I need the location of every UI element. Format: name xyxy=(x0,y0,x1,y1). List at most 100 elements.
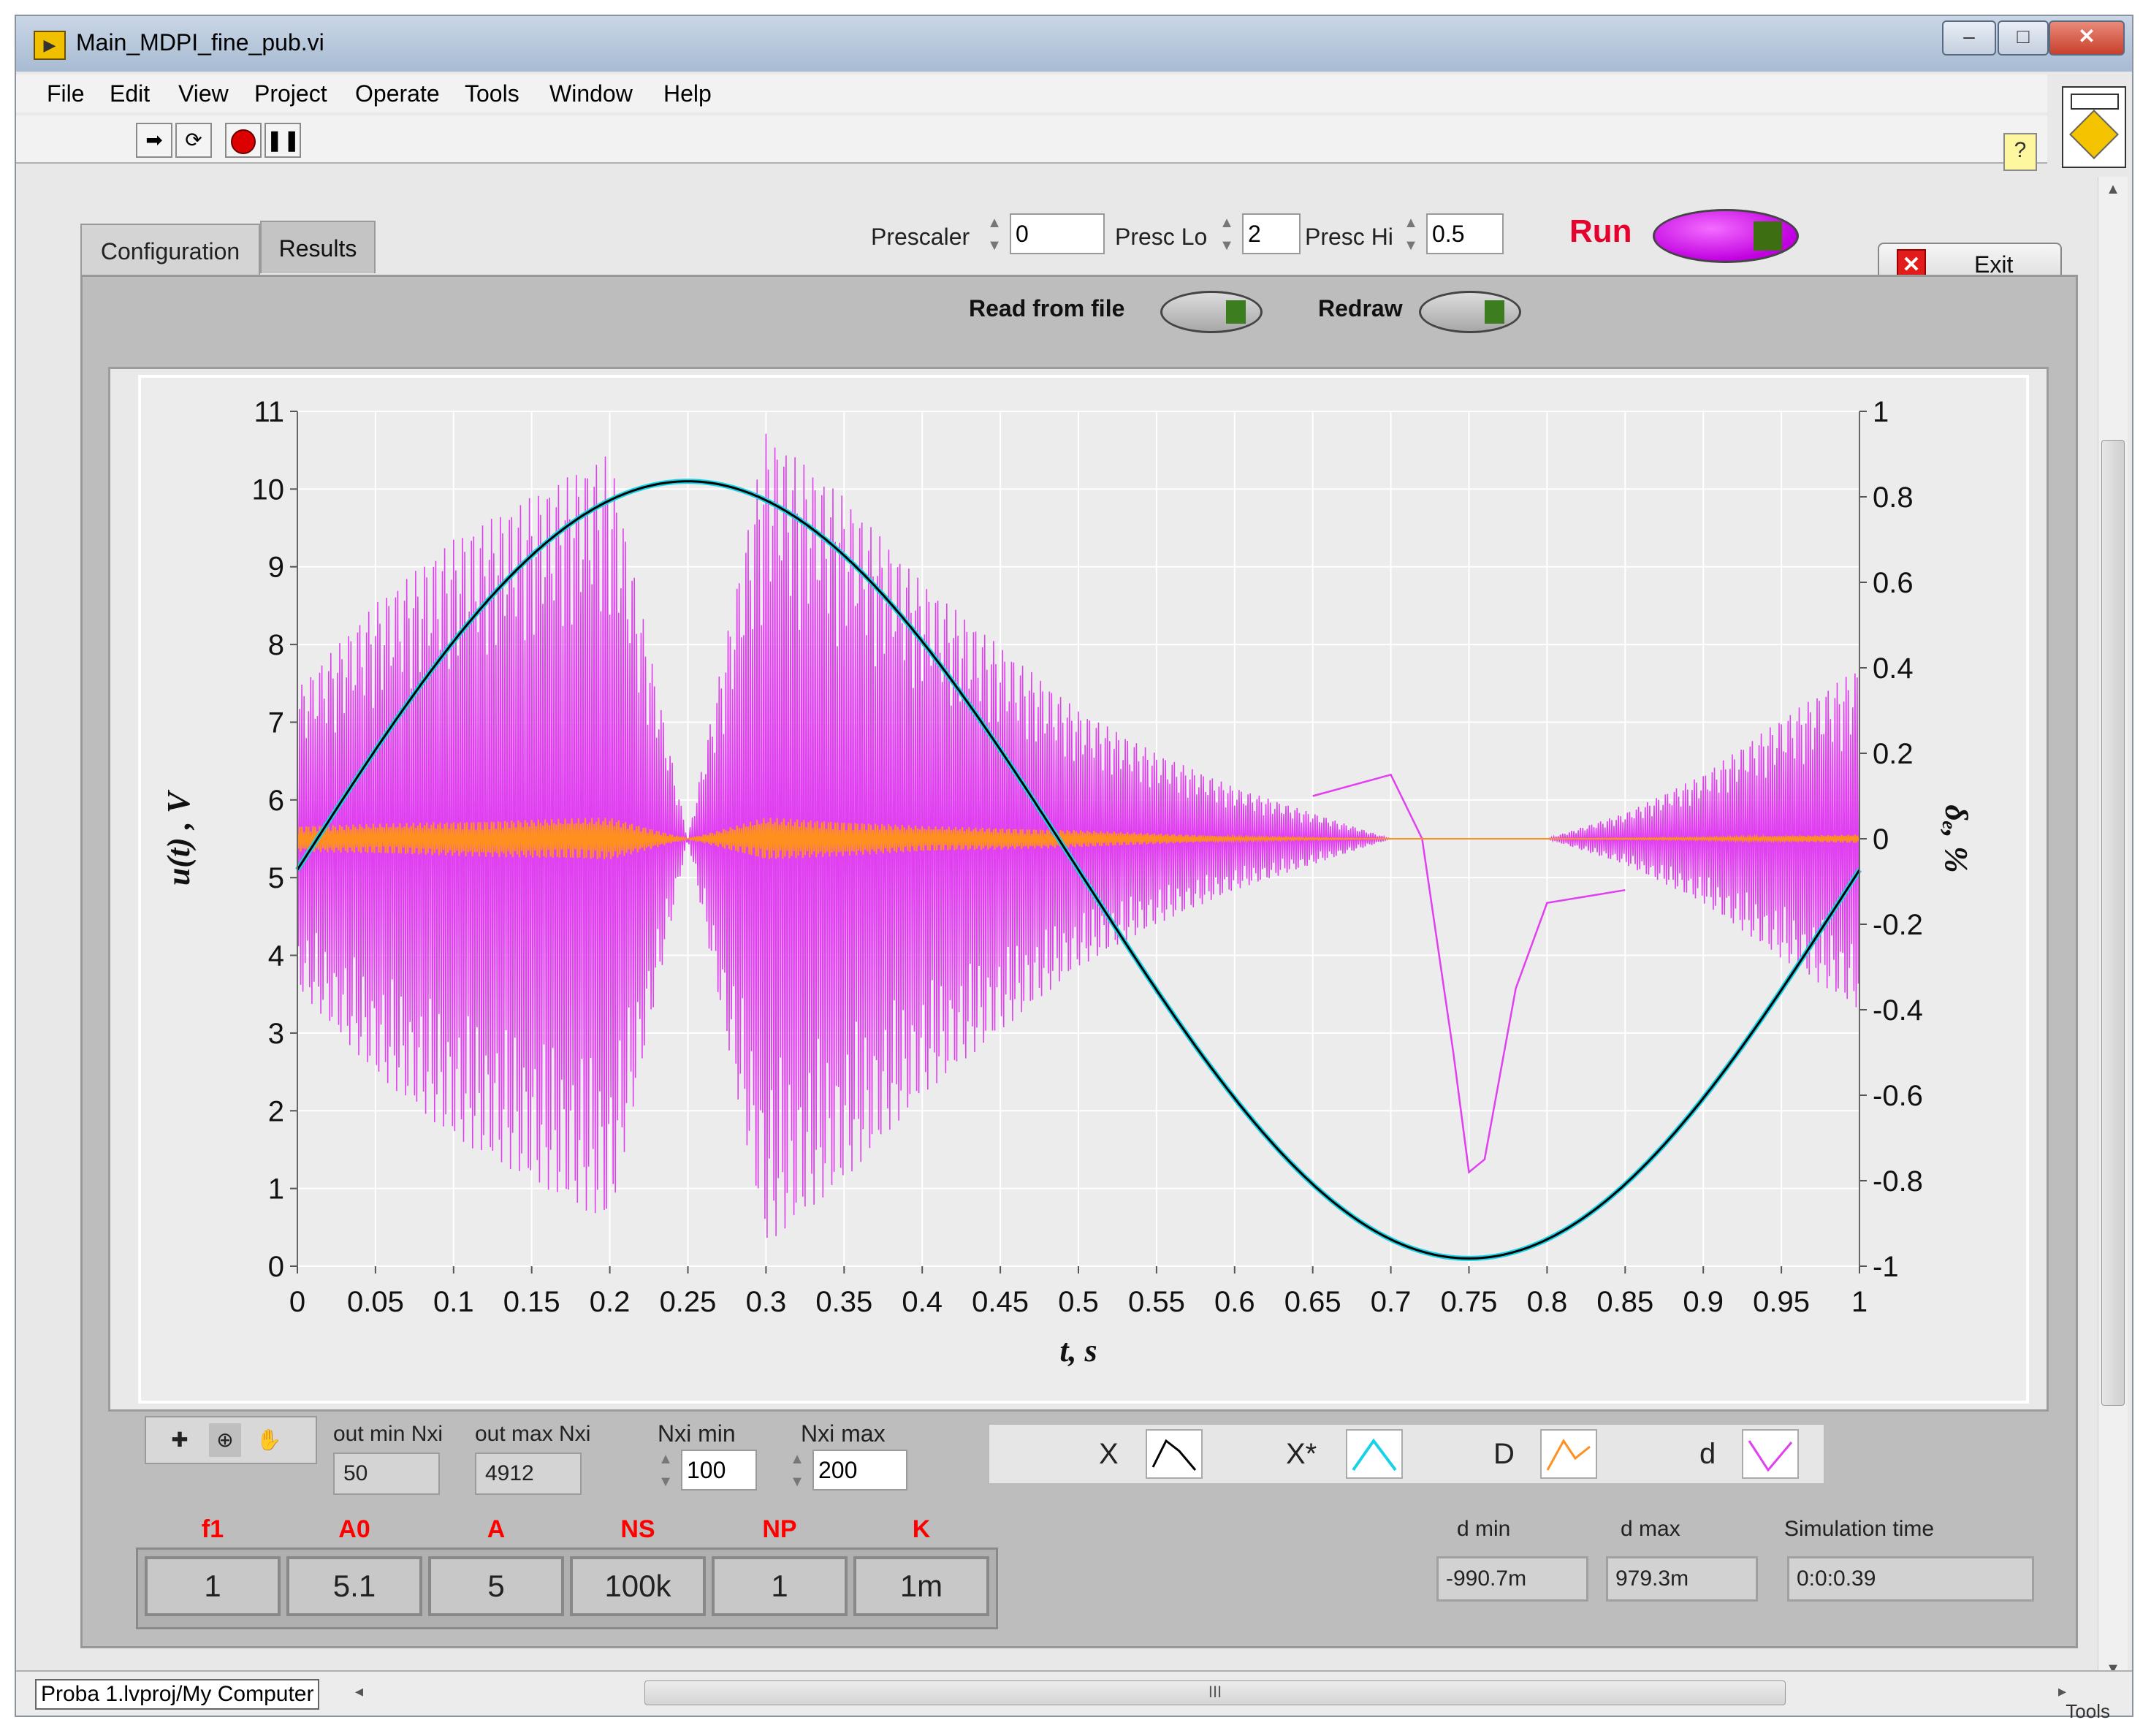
y-right-tick-label: 0.2 xyxy=(1873,738,1914,770)
y-right-tick-label: 0.6 xyxy=(1873,567,1914,599)
out-max-indicator: 4912 xyxy=(475,1453,582,1495)
waveform-graph[interactable]: 0 0.05 0.1 0.15 0.2 0.25 0.3 0.35 0.4 0.45 0.5 0.55… xyxy=(108,367,2049,1412)
param-label-a0: A0 xyxy=(338,1515,370,1543)
param-label-a: A xyxy=(487,1515,506,1543)
context-help-icon[interactable]: ? xyxy=(2003,133,2037,171)
menu-project[interactable]: Project xyxy=(254,80,327,107)
nxi-min-spinner[interactable]: ▲ ▼ xyxy=(653,1448,678,1493)
menu-view[interactable]: View xyxy=(178,80,229,107)
sim-time-label: Simulation time xyxy=(1784,1517,1935,1541)
d-max-label: d max xyxy=(1621,1517,1680,1541)
param-value-a0[interactable]: 5.1 xyxy=(286,1556,422,1616)
y-left-axis-title: u(t) , V xyxy=(161,789,197,886)
run-label: Run xyxy=(1569,213,1632,249)
read-from-file-label: Read from file xyxy=(969,295,1125,321)
prescaler-spinner[interactable]: ▲ ▼ xyxy=(982,212,1007,257)
window-title: Main_MDPI_fine_pub.vi xyxy=(76,29,324,56)
x-tick-label: 0.1 xyxy=(433,1286,474,1318)
legend-xstar-swatch[interactable] xyxy=(1346,1429,1403,1479)
graph-svg: 0 0.05 0.1 0.15 0.2 0.25 0.3 0.35 0.4 0.45 0.5 0.55… xyxy=(138,375,2029,1404)
y-left-tick-label: 2 xyxy=(268,1095,284,1127)
execution-toolbar: ➡ ⟳ ❚❚ xyxy=(16,115,2047,164)
project-path: Proba 1.lvproj/My Computer xyxy=(35,1679,320,1710)
run-arrow-icon[interactable]: ➡ xyxy=(136,123,172,158)
menu-operate[interactable]: Operate xyxy=(355,80,440,107)
tab-configuration[interactable]: Configuration xyxy=(80,224,260,276)
d-max-indicator: 979.3m xyxy=(1606,1556,1758,1602)
prescaler-input[interactable]: 0 xyxy=(1010,213,1105,254)
x-tick-label: 0.95 xyxy=(1753,1286,1810,1318)
run-toggle[interactable] xyxy=(1653,209,1799,263)
y-right-tick-label: -0.4 xyxy=(1873,994,1923,1027)
legend-D-swatch[interactable] xyxy=(1540,1429,1597,1479)
param-value-k[interactable]: 1m xyxy=(853,1556,989,1616)
presc-hi-input[interactable]: 0.5 xyxy=(1426,213,1504,254)
menu-window[interactable]: Window xyxy=(549,80,633,107)
x-tick-label: 0.8 xyxy=(1527,1286,1568,1318)
menu-tools[interactable]: Tools xyxy=(465,80,519,107)
y-left-tick-label: 3 xyxy=(268,1018,284,1050)
legend-d-small-swatch[interactable] xyxy=(1742,1429,1799,1479)
pause-icon[interactable]: ❚❚ xyxy=(264,123,301,158)
presc-hi-label: Presc Hi xyxy=(1305,224,1393,250)
graph-palette: ✚ ⊕ ✋ xyxy=(145,1416,317,1464)
zoom-icon[interactable]: ⊕ xyxy=(209,1423,241,1457)
redraw-label: Redraw xyxy=(1318,295,1403,321)
menu-help[interactable]: Help xyxy=(663,80,712,107)
param-value-a[interactable]: 5 xyxy=(428,1556,564,1616)
tools-palette-tab[interactable]: Tools xyxy=(2066,1700,2110,1723)
nxi-max-spinner[interactable]: ▲ ▼ xyxy=(785,1448,810,1493)
y-right-tick-label: -0.2 xyxy=(1873,909,1923,941)
menu-edit[interactable]: Edit xyxy=(110,80,150,107)
presc-lo-spinner[interactable]: ▲ ▼ xyxy=(1214,212,1239,257)
x-tick-label: 0 xyxy=(289,1286,305,1318)
redraw-toggle[interactable] xyxy=(1419,291,1521,333)
y-left-tick-label: 10 xyxy=(252,473,285,506)
d-min-label: d min xyxy=(1457,1517,1511,1541)
legend-x-swatch[interactable] xyxy=(1146,1429,1203,1479)
presc-lo-input[interactable]: 2 xyxy=(1242,213,1301,254)
nxi-min-input[interactable]: 100 xyxy=(681,1450,757,1491)
vertical-scrollbar[interactable]: ▲ ▼ xyxy=(2098,177,2128,1682)
menu-file[interactable]: File xyxy=(47,80,85,107)
y-right-tick-label: -1 xyxy=(1873,1251,1899,1283)
presc-hi-spinner[interactable]: ▲ ▼ xyxy=(1398,212,1423,257)
nxi-max-label: Nxi max xyxy=(801,1420,886,1447)
legend-xstar-label: X* xyxy=(1286,1438,1317,1470)
x-axis-title: t, s xyxy=(1059,1333,1097,1368)
x-tick-label: 0.45 xyxy=(972,1286,1029,1318)
run-continuously-icon[interactable]: ⟳ xyxy=(175,123,212,158)
scroll-right-icon[interactable]: ▸ xyxy=(2058,1682,2066,1701)
close-icon[interactable]: ✕ xyxy=(2049,20,2125,56)
x-tick-label: 0.9 xyxy=(1683,1286,1724,1318)
vertical-scroll-thumb[interactable] xyxy=(2101,440,2125,1406)
y-left-tick-label: 5 xyxy=(268,862,284,894)
read-from-file-toggle[interactable] xyxy=(1160,291,1263,333)
horizontal-scroll-thumb[interactable]: III xyxy=(644,1680,1786,1705)
param-value-f1[interactable]: 1 xyxy=(145,1556,281,1616)
x-tick-label: 0.15 xyxy=(503,1286,560,1318)
x-tick-label: 0.5 xyxy=(1058,1286,1099,1318)
x-tick-label: 1 xyxy=(1851,1286,1868,1318)
out-min-label: out min Nxi xyxy=(333,1422,443,1446)
maximize-icon[interactable]: □ xyxy=(1998,20,2049,56)
plot-legend: X X* D d xyxy=(988,1423,1825,1485)
scroll-up-icon[interactable]: ▲ xyxy=(2098,181,2128,198)
x-tick-label: 0.7 xyxy=(1371,1286,1412,1318)
exit-x-icon: ✕ xyxy=(1897,249,1926,278)
hand-icon[interactable]: ✋ xyxy=(253,1423,285,1457)
minimize-icon[interactable]: – xyxy=(1942,20,1996,56)
param-value-ns[interactable]: 100k xyxy=(570,1556,706,1616)
legend-x-label: X xyxy=(1099,1438,1119,1470)
y-left-tick-label: 11 xyxy=(254,396,284,428)
crosshair-icon[interactable]: ✚ xyxy=(164,1423,196,1457)
d-min-indicator: -990.7m xyxy=(1436,1556,1588,1602)
tab-results[interactable]: Results xyxy=(260,221,376,273)
nxi-max-input[interactable]: 200 xyxy=(812,1450,907,1491)
param-value-np[interactable]: 1 xyxy=(712,1556,848,1616)
y-left-tick-label: 1 xyxy=(268,1173,284,1206)
x-tick-label: 0.75 xyxy=(1441,1286,1498,1318)
scroll-left-icon[interactable]: ◂ xyxy=(355,1682,363,1701)
param-label-ns: NS xyxy=(620,1515,655,1543)
abort-icon[interactable] xyxy=(225,123,262,158)
